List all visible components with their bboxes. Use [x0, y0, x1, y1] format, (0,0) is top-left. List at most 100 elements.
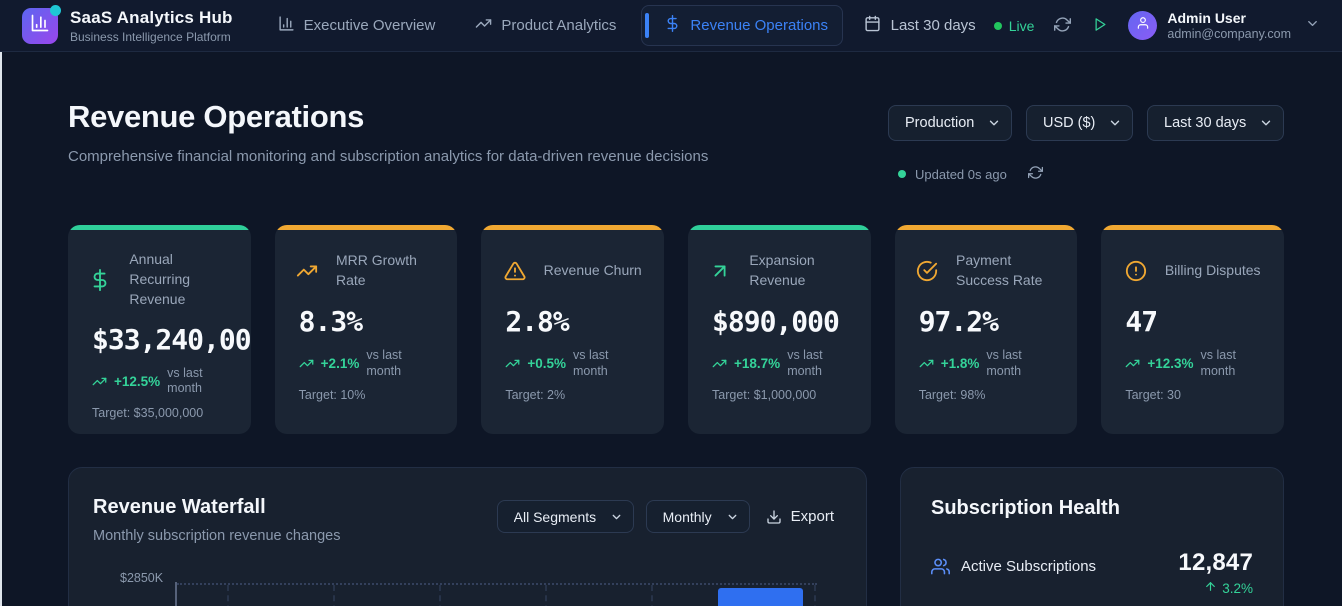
- nav-item-product-analytics[interactable]: Product Analytics: [460, 5, 631, 46]
- waterfall-title: Revenue Waterfall: [93, 496, 266, 518]
- kpi-label: Annual Recurring Revenue: [129, 251, 191, 307]
- currency-select[interactable]: USD ($): [1026, 105, 1133, 141]
- kpi-value: $33,240,000: [92, 322, 251, 356]
- kpi-label: MRR Growth Rate: [336, 252, 417, 288]
- kpi-cards-row: Annual Recurring Revenue $33,240,000 +12…: [68, 225, 1285, 434]
- kpi-card-revenue-churn: Revenue Churn 2.8% +0.5% vs last month T…: [481, 225, 665, 434]
- avatar: [1128, 11, 1158, 40]
- kpi-change: +12.3%: [1147, 356, 1194, 372]
- nav-label: Product Analytics: [501, 17, 617, 34]
- kpi-card-expansion-revenue: Expansion Revenue $890,000 +18.7% vs las…: [688, 225, 871, 434]
- page-title: Revenue Operations: [68, 99, 365, 134]
- vertical-gridline: [545, 585, 547, 606]
- alert-circle-icon: [1125, 260, 1147, 282]
- live-dot: [993, 21, 1002, 30]
- kpi-change-vs: vs last month: [167, 365, 203, 396]
- vertical-gridline: [439, 585, 441, 606]
- top-navbar: SaaS Analytics Hub Business Intelligence…: [0, 0, 1342, 52]
- date-range-chip[interactable]: Last 30 days: [864, 15, 976, 36]
- play-button[interactable]: [1091, 15, 1110, 37]
- segment-select-wrap: All Segments: [496, 500, 634, 533]
- kpi-change: +18.7%: [734, 356, 781, 372]
- trending-up-icon: [92, 374, 107, 389]
- live-indicator: Live: [993, 17, 1035, 34]
- kpi-value: 47: [1125, 305, 1158, 338]
- trending-up-icon: [712, 356, 727, 371]
- kpi-change-vs: vs last month: [573, 348, 609, 378]
- app-logo: [22, 4, 61, 44]
- kpi-card-payment-success-rate: Payment Success Rate 97.2% +1.8% vs last…: [894, 225, 1078, 434]
- nav-item-executive-overview[interactable]: Executive Overview: [263, 5, 451, 46]
- kpi-label: Expansion Revenue: [749, 252, 815, 288]
- kpi-change-vs: vs last month: [366, 348, 402, 378]
- change-value: 3.2%: [1222, 580, 1253, 596]
- dollar-icon: [664, 15, 681, 36]
- kpi-target: Target: $35,000,000: [92, 405, 204, 420]
- subscription-health-panel: Subscription Health Active Subscriptions…: [900, 467, 1284, 606]
- chevron-down-icon: [1305, 16, 1320, 36]
- user-menu[interactable]: Admin User admin@company.com: [1128, 10, 1320, 41]
- vertical-gridline: [814, 585, 816, 606]
- bar-chart-icon: [278, 15, 295, 36]
- live-label: Live: [1008, 17, 1035, 34]
- nav-item-revenue-operations[interactable]: Revenue Operations: [641, 5, 844, 46]
- subscription-health-title: Subscription Health: [931, 497, 1120, 519]
- timerange-select-wrap: Last 30 days: [1147, 105, 1284, 141]
- revenue-waterfall-panel: Revenue Waterfall Monthly subscription r…: [68, 467, 867, 606]
- kpi-value: 2.8%: [505, 305, 569, 338]
- kpi-value: $890,000: [712, 305, 840, 338]
- user-icon: [1136, 16, 1150, 35]
- timerange-select[interactable]: Last 30 days: [1147, 105, 1284, 141]
- refresh-icon: [1054, 16, 1072, 36]
- trending-up-icon: [299, 356, 314, 371]
- user-email: admin@company.com: [1167, 27, 1291, 41]
- nav-label: Revenue Operations: [690, 17, 829, 34]
- kpi-label: Billing Disputes: [1164, 262, 1261, 279]
- kpi-target: Target: 2%: [505, 388, 566, 403]
- navbar-right: Last 30 days Live Admin User admin@compa…: [864, 10, 1320, 41]
- kpi-card-mrr-growth-rate: MRR Growth Rate 8.3% +2.1% vs last month…: [274, 225, 458, 434]
- play-icon: [1093, 17, 1108, 35]
- environment-select[interactable]: Production: [888, 105, 1012, 141]
- user-name: Admin User: [1167, 10, 1246, 26]
- status-dot: [50, 4, 61, 16]
- kpi-label: Payment Success Rate: [956, 252, 1043, 288]
- vertical-gridline: [227, 585, 229, 606]
- waterfall-bar[interactable]: [718, 588, 803, 606]
- refresh-button[interactable]: [1052, 14, 1073, 38]
- refresh-data-button[interactable]: [1026, 163, 1045, 185]
- kpi-target: Target: $1,000,000: [712, 388, 817, 403]
- left-scrollbar-track[interactable]: [0, 52, 2, 606]
- bar-chart-icon: [30, 13, 50, 38]
- horizontal-gridline: [177, 583, 817, 585]
- updated-status: Updated 0s ago: [888, 163, 1284, 185]
- vertical-gridline: [651, 585, 653, 606]
- waterfall-controls: All Segments Monthly Export: [496, 500, 838, 533]
- kpi-target: Target: 30: [1125, 388, 1181, 403]
- active-subscriptions-value: 12,847: [1178, 549, 1253, 576]
- kpi-target: Target: 98%: [918, 388, 986, 403]
- trending-up-icon: [919, 356, 934, 371]
- brand-tagline: Business Intelligence Platform: [70, 29, 231, 44]
- export-button[interactable]: Export: [762, 502, 838, 531]
- waterfall-subtitle: Monthly subscription revenue changes: [93, 528, 341, 544]
- segment-select[interactable]: All Segments: [496, 500, 634, 533]
- trending-up-icon: [296, 260, 318, 282]
- kpi-change: +2.1%: [320, 356, 360, 372]
- kpi-change-vs: vs last month: [1200, 348, 1236, 378]
- trending-up-icon: [1125, 356, 1140, 371]
- brand[interactable]: SaaS Analytics Hub Business Intelligence…: [22, 4, 233, 44]
- arrow-up-right-icon: [709, 260, 731, 282]
- nav-label: Executive Overview: [303, 17, 436, 34]
- kpi-target: Target: 10%: [298, 388, 366, 403]
- updated-dot: [898, 170, 906, 178]
- kpi-value: 8.3%: [298, 305, 363, 338]
- dollar-icon: [89, 268, 111, 291]
- arrow-up-icon: [1204, 580, 1217, 596]
- export-label: Export: [790, 508, 834, 525]
- updated-text: Updated 0s ago: [915, 166, 1007, 182]
- brand-name: SaaS Analytics Hub: [70, 7, 233, 27]
- refresh-icon: [1027, 165, 1043, 183]
- bottom-panels: Revenue Waterfall Monthly subscription r…: [68, 467, 1284, 606]
- interval-select[interactable]: Monthly: [645, 500, 750, 533]
